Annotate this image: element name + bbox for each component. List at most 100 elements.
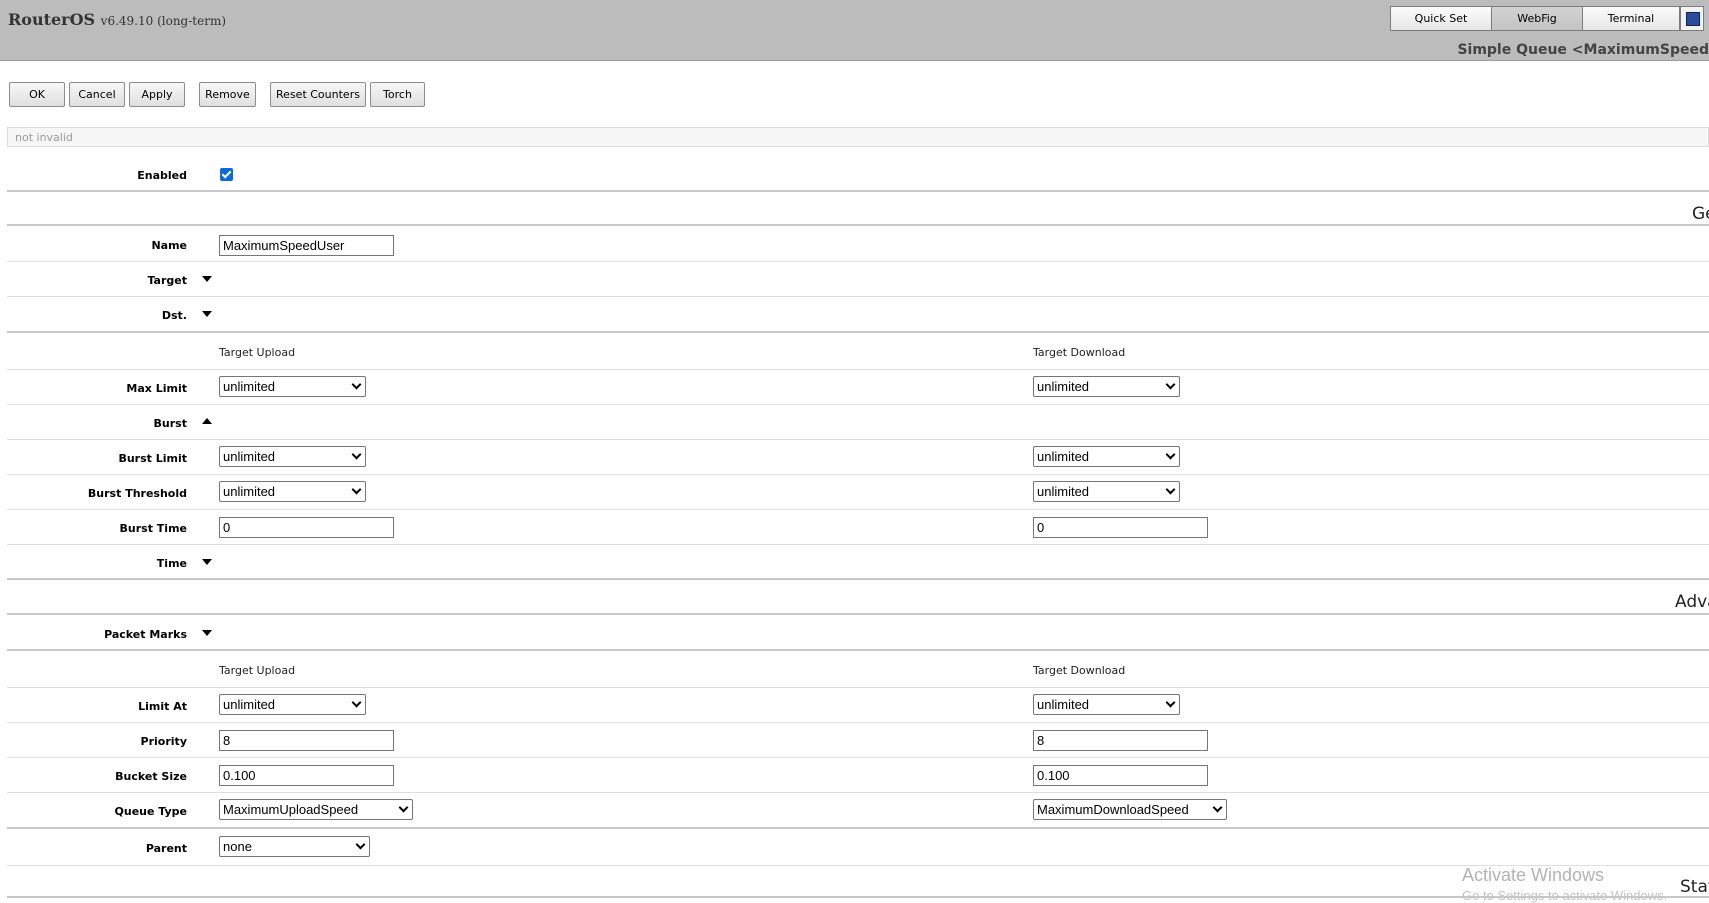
target-label: Target — [147, 274, 187, 287]
chevron-down-icon — [355, 839, 366, 850]
burst-limit-label: Burst Limit — [118, 452, 187, 465]
remove-button[interactable]: Remove — [199, 82, 256, 107]
target-expand-icon[interactable] — [202, 276, 212, 282]
mode-webfig-button[interactable]: WebFig — [1491, 6, 1583, 31]
burst-time-upload-input[interactable]: 0 — [219, 517, 394, 538]
mode-switcher: Quick Set WebFig Terminal — [1390, 6, 1704, 31]
burst-threshold-upload-select[interactable]: unlimited — [219, 481, 366, 502]
packet-marks-expand-icon[interactable] — [202, 630, 212, 636]
limit-at-download-value: unlimited — [1037, 697, 1090, 712]
max-limit-upload-select[interactable]: unlimited — [219, 376, 366, 397]
row-packet-marks: Packet Marks — [7, 615, 1709, 651]
burst-threshold-download-select[interactable]: unlimited — [1033, 481, 1180, 502]
mode-quick-set-button[interactable]: Quick Set — [1390, 6, 1492, 31]
burst-threshold-download-value: unlimited — [1037, 484, 1090, 499]
bucket-size-upload-input[interactable]: 0.100 — [219, 765, 394, 786]
queue-type-download-value: MaximumDownloadSpeed — [1037, 802, 1189, 817]
row-time: Time — [7, 545, 1709, 580]
form-toolbar: OK Cancel Apply Remove Reset Counters To… — [9, 82, 425, 107]
section-statistics: Stat — [7, 866, 1709, 898]
row-dst: Dst. — [7, 297, 1709, 333]
max-limit-label: Max Limit — [126, 382, 187, 395]
ok-button[interactable]: OK — [9, 82, 65, 107]
time-label: Time — [156, 557, 187, 570]
queue-type-upload-value: MaximumUploadSpeed — [223, 802, 359, 817]
priority-download-input[interactable]: 8 — [1033, 730, 1208, 751]
bucket-size-download-input[interactable]: 0.100 — [1033, 765, 1208, 786]
column-download-label-advanced: Target Download — [1033, 664, 1126, 677]
limit-at-download-select[interactable]: unlimited — [1033, 694, 1180, 715]
section-general-title: Ge — [1692, 204, 1709, 224]
chevron-down-icon — [1165, 379, 1176, 390]
limit-at-upload-value: unlimited — [223, 697, 276, 712]
mode-terminal-button[interactable]: Terminal — [1582, 6, 1680, 31]
window-icon[interactable] — [1680, 6, 1704, 31]
row-burst-limit: Burst Limit unlimited unlimited — [7, 440, 1709, 475]
row-burst: Burst — [7, 405, 1709, 440]
packet-marks-label: Packet Marks — [104, 628, 187, 641]
page-title: Simple Queue <MaximumSpeed — [1457, 42, 1709, 58]
activate-windows-hint: Go to Settings to activate Windows. — [1462, 888, 1668, 903]
section-advanced: Adva — [7, 580, 1709, 615]
chevron-down-icon — [1165, 484, 1176, 495]
row-enabled: Enabled — [7, 157, 1709, 192]
enabled-checkbox[interactable] — [220, 168, 233, 181]
dst-expand-icon[interactable] — [202, 311, 212, 317]
row-limit-at: Limit At unlimited unlimited — [7, 688, 1709, 723]
burst-label: Burst — [153, 417, 187, 430]
section-general: Ge — [7, 192, 1709, 226]
row-max-limit: Max Limit unlimited unlimited — [7, 370, 1709, 405]
row-burst-threshold: Burst Threshold unlimited unlimited — [7, 475, 1709, 510]
max-limit-download-select[interactable]: unlimited — [1033, 376, 1180, 397]
chevron-down-icon — [1165, 449, 1176, 460]
max-limit-upload-value: unlimited — [223, 379, 276, 394]
row-queue-type: Queue Type MaximumUploadSpeed MaximumDow… — [7, 793, 1709, 829]
reset-counters-button[interactable]: Reset Counters — [270, 82, 366, 107]
time-expand-icon[interactable] — [202, 559, 212, 565]
burst-limit-upload-value: unlimited — [223, 449, 276, 464]
limit-at-upload-select[interactable]: unlimited — [219, 694, 366, 715]
queue-type-download-select[interactable]: MaximumDownloadSpeed — [1033, 799, 1227, 820]
row-advanced-columns: Target Upload Target Download — [7, 651, 1709, 688]
column-upload-label: Target Upload — [219, 346, 296, 359]
name-input[interactable]: MaximumSpeedUser — [219, 235, 394, 256]
name-label: Name — [151, 239, 187, 252]
chevron-down-icon — [1212, 802, 1223, 813]
apply-button[interactable]: Apply — [129, 82, 185, 107]
queue-type-label: Queue Type — [114, 805, 187, 818]
column-download-label: Target Download — [1033, 346, 1126, 359]
cancel-button[interactable]: Cancel — [69, 82, 125, 107]
queue-type-upload-select[interactable]: MaximumUploadSpeed — [219, 799, 413, 820]
parent-select[interactable]: none — [219, 836, 370, 857]
app-version: v6.49.10 (long-term) — [100, 14, 226, 28]
burst-threshold-label: Burst Threshold — [87, 487, 187, 500]
burst-time-download-input[interactable]: 0 — [1033, 517, 1208, 538]
app-logo: RouterOS v6.49.10 (long-term) — [8, 10, 226, 29]
burst-time-label: Burst Time — [119, 522, 187, 535]
row-priority: Priority 8 8 — [7, 723, 1709, 758]
chevron-down-icon — [351, 379, 362, 390]
parent-value: none — [223, 839, 252, 854]
burst-limit-download-value: unlimited — [1037, 449, 1090, 464]
chevron-down-icon — [351, 449, 362, 460]
burst-limit-upload-select[interactable]: unlimited — [219, 446, 366, 467]
bucket-size-label: Bucket Size — [115, 770, 187, 783]
priority-label: Priority — [140, 735, 187, 748]
section-statistics-title: Stat — [1680, 877, 1709, 897]
header-bar: RouterOS v6.49.10 (long-term) Quick Set … — [0, 0, 1709, 61]
dst-label: Dst. — [161, 309, 187, 322]
burst-limit-download-select[interactable]: unlimited — [1033, 446, 1180, 467]
burst-threshold-upload-value: unlimited — [223, 484, 276, 499]
parent-label: Parent — [145, 842, 187, 855]
torch-button[interactable]: Torch — [370, 82, 425, 107]
column-upload-label-advanced: Target Upload — [219, 664, 296, 677]
row-target: Target — [7, 262, 1709, 297]
row-bucket-size: Bucket Size 0.100 0.100 — [7, 758, 1709, 793]
chevron-down-icon — [398, 802, 409, 813]
priority-upload-input[interactable]: 8 — [219, 730, 394, 751]
row-burst-time: Burst Time 0 0 — [7, 510, 1709, 545]
row-parent: Parent none — [7, 829, 1709, 866]
app-name: RouterOS — [8, 10, 96, 29]
burst-collapse-icon[interactable] — [202, 418, 212, 424]
row-name: Name MaximumSpeedUser — [7, 226, 1709, 262]
